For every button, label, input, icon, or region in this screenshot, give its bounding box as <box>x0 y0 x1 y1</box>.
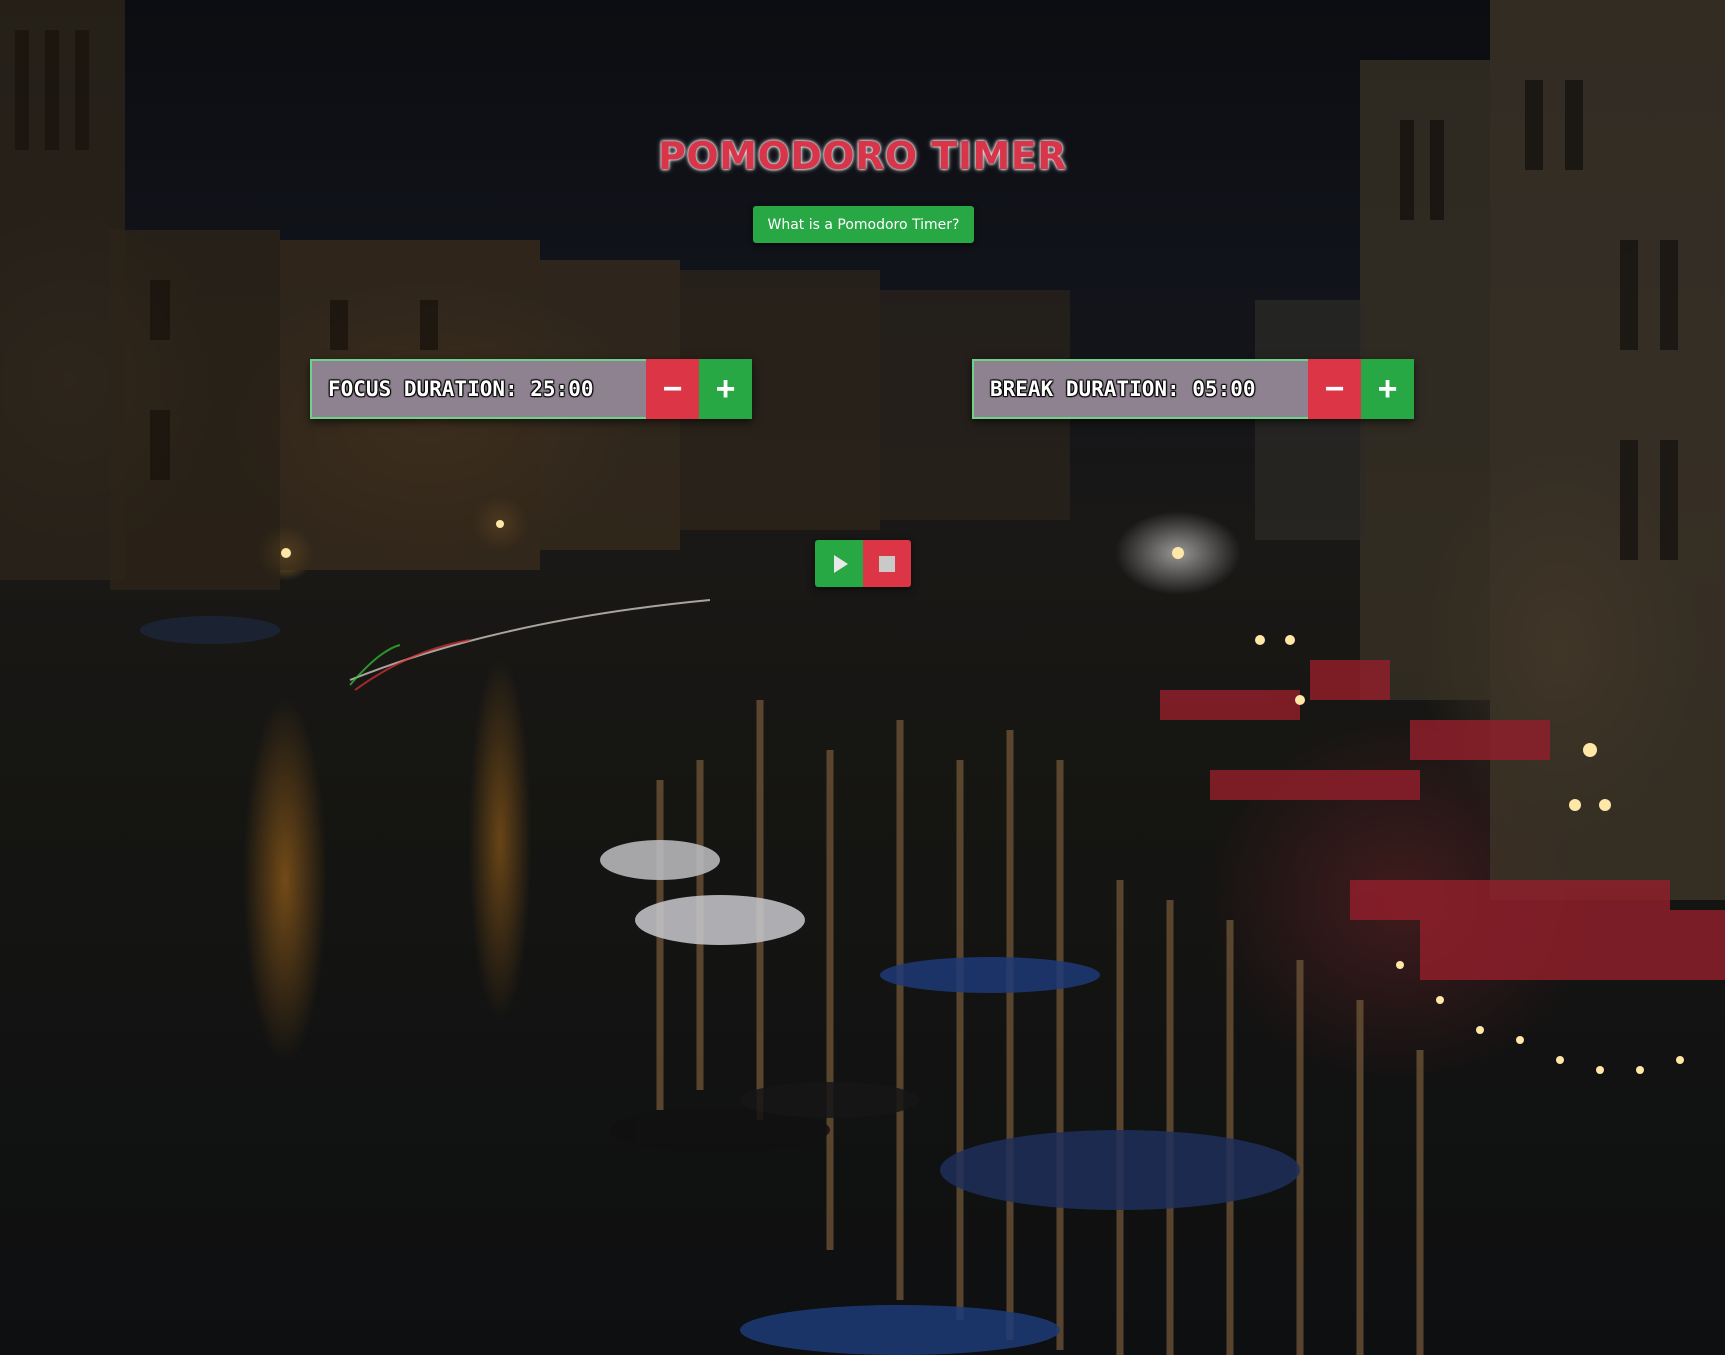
focus-duration-control: FOCUS DURATION: 25:00 − + <box>310 359 752 419</box>
play-icon <box>834 554 848 573</box>
info-button[interactable]: What is a Pomodoro Timer? <box>753 206 974 243</box>
minus-icon: − <box>1324 370 1345 408</box>
background-image <box>0 0 1725 1355</box>
stop-button[interactable] <box>863 540 911 587</box>
timer-controls <box>815 540 911 587</box>
plus-icon: + <box>715 370 736 408</box>
minus-icon: − <box>662 370 683 408</box>
focus-increment-button[interactable]: + <box>699 359 752 419</box>
page-title: POMODORO TIMER <box>657 134 1067 178</box>
focus-duration-label: FOCUS DURATION: 25:00 <box>310 359 646 419</box>
play-button[interactable] <box>815 540 863 587</box>
break-decrement-button[interactable]: − <box>1308 359 1361 419</box>
break-increment-button[interactable]: + <box>1361 359 1414 419</box>
plus-icon: + <box>1377 370 1398 408</box>
stop-icon <box>879 555 895 572</box>
break-duration-control: BREAK DURATION: 05:00 − + <box>972 359 1414 419</box>
break-duration-label: BREAK DURATION: 05:00 <box>972 359 1308 419</box>
focus-decrement-button[interactable]: − <box>646 359 699 419</box>
